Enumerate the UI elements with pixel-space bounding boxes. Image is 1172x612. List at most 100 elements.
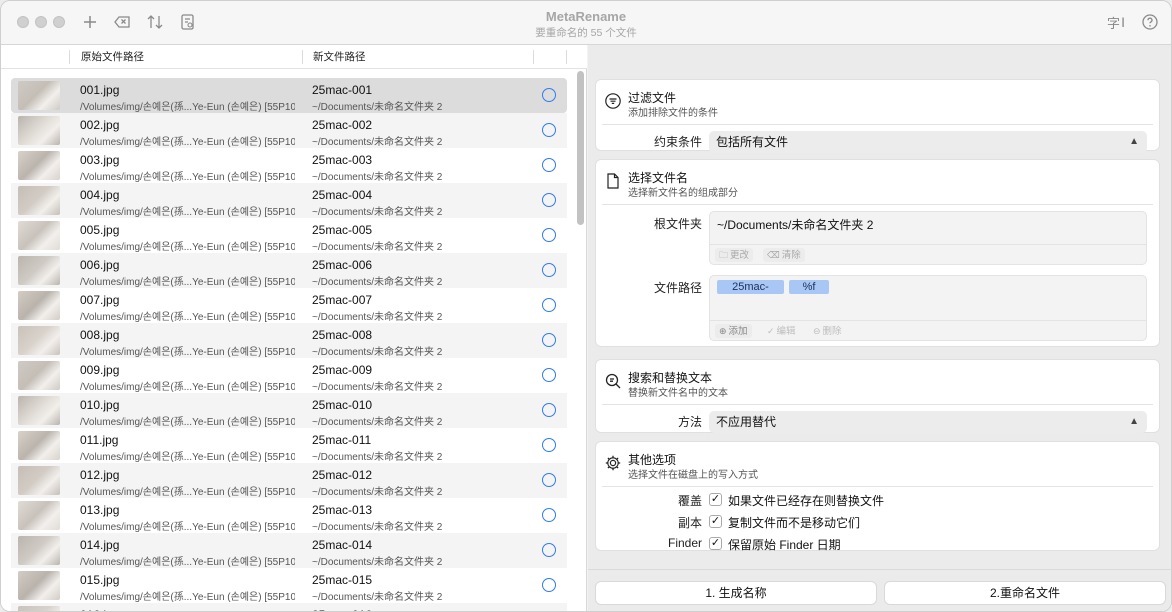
search-replace-icon bbox=[604, 372, 622, 390]
method-select[interactable]: 不应用替代 ▲ bbox=[709, 411, 1147, 433]
original-file-path: /Volumes/img/손예은(孫...Ye-Eun (손예은) [55P10… bbox=[80, 277, 295, 288]
list-scrollbar[interactable] bbox=[577, 71, 584, 225]
original-file-path: /Volumes/img/손예은(孫...Ye-Eun (손예은) [55P10… bbox=[80, 242, 295, 253]
finder-checkbox[interactable]: ✓ bbox=[709, 537, 722, 550]
file-path-box[interactable]: 25mac- %f ⊕ 添加 ✓ 编辑 ⊖ 删除 bbox=[709, 275, 1147, 341]
cursor-glyph: I bbox=[1121, 14, 1125, 30]
root-folder-actions: 🗀 更改 ⌫ 清除 bbox=[710, 244, 1146, 264]
table-row[interactable]: 003.jpg/Volumes/img/손예은(孫...Ye-Eun (손예은)… bbox=[11, 148, 567, 183]
table-row[interactable]: 011.jpg/Volumes/img/손예은(孫...Ye-Eun (손예은)… bbox=[11, 428, 567, 463]
original-file-name: 005.jpg bbox=[80, 223, 120, 237]
column-original-path[interactable]: 原始文件路径 bbox=[71, 45, 144, 69]
original-file-path: /Volumes/img/손예은(孫...Ye-Eun (손예은) [55P10… bbox=[80, 417, 295, 428]
new-file-path: ~/Documents/未命名文件夹 2 bbox=[312, 522, 443, 533]
table-row[interactable]: 001.jpg/Volumes/img/손예은(孫...Ye-Eun (손예은)… bbox=[11, 78, 567, 113]
title-block: MetaRename 要重命名的 55 个文件 bbox=[1, 9, 1171, 40]
filter-card: 过滤文件 添加排除文件的条件 约束条件 包括所有文件 ▲ bbox=[595, 79, 1160, 153]
new-file-name: 25mac-016 bbox=[312, 608, 372, 611]
token-prefix[interactable]: 25mac- bbox=[717, 280, 784, 294]
status-circle-icon bbox=[542, 368, 556, 382]
file-thumbnail bbox=[18, 256, 60, 285]
copy-checkbox[interactable]: ✓ bbox=[709, 515, 722, 528]
table-row[interactable]: 014.jpg/Volumes/img/손예은(孫...Ye-Eun (손예은)… bbox=[11, 533, 567, 568]
file-thumbnail bbox=[18, 221, 60, 250]
table-row[interactable]: 010.jpg/Volumes/img/손예은(孫...Ye-Eun (손예은)… bbox=[11, 393, 567, 428]
edit-token-button[interactable]: ✓ 编辑 bbox=[763, 324, 800, 338]
change-folder-button[interactable]: 🗀 更改 bbox=[715, 248, 754, 262]
constraint-select[interactable]: 包括所有文件 ▲ bbox=[709, 131, 1147, 153]
folder-icon: 🗀 bbox=[719, 250, 729, 260]
new-file-name: 25mac-014 bbox=[312, 538, 373, 552]
rename-files-button[interactable]: 2.重命名文件 bbox=[884, 581, 1166, 605]
table-row[interactable]: 007.jpg/Volumes/img/손예은(孫...Ye-Eun (손예은)… bbox=[11, 288, 567, 323]
table-row[interactable]: 016.jpg 25mac-016 bbox=[11, 603, 567, 611]
new-file-path: ~/Documents/未命名文件夹 2 bbox=[312, 172, 443, 183]
edit-icon: ✓ bbox=[767, 326, 775, 336]
plus-circle-icon: ⊕ bbox=[719, 326, 727, 336]
file-thumbnail bbox=[18, 291, 60, 320]
overwrite-checkbox[interactable]: ✓ bbox=[709, 493, 722, 506]
file-thumbnail bbox=[18, 571, 60, 600]
table-row[interactable]: 004.jpg/Volumes/img/손예은(孫...Ye-Eun (손예은)… bbox=[11, 183, 567, 218]
status-circle-icon bbox=[542, 193, 556, 207]
document-icon bbox=[604, 172, 622, 190]
status-circle-icon bbox=[542, 543, 556, 557]
text-format-label: 字 bbox=[1107, 15, 1121, 31]
original-file-path: /Volumes/img/손예은(孫...Ye-Eun (손예은) [55P10… bbox=[80, 557, 295, 568]
finder-text: 保留原始 Finder 日期 bbox=[728, 538, 841, 552]
divider bbox=[602, 204, 1153, 205]
new-file-path: ~/Documents/未命名文件夹 2 bbox=[312, 242, 443, 253]
original-file-path: /Volumes/img/손예은(孫...Ye-Eun (손예은) [55P10… bbox=[80, 137, 295, 148]
copy-text: 复制文件而不是移动它们 bbox=[728, 516, 861, 530]
original-file-name: 014.jpg bbox=[80, 538, 120, 552]
change-folder-label: 更改 bbox=[730, 250, 750, 261]
column-new-path[interactable]: 新文件路径 bbox=[303, 45, 366, 69]
status-circle-icon bbox=[542, 228, 556, 242]
original-file-name: 007.jpg bbox=[80, 293, 120, 307]
new-file-name: 25mac-011 bbox=[312, 433, 372, 447]
file-thumbnail bbox=[18, 151, 60, 180]
original-file-name: 016.jpg bbox=[80, 608, 119, 611]
original-file-path: /Volumes/img/손예은(孫...Ye-Eun (손예은) [55P10… bbox=[80, 207, 295, 218]
generate-names-button[interactable]: 1. 生成名称 bbox=[595, 581, 877, 605]
file-thumbnail bbox=[18, 186, 60, 215]
new-file-name: 25mac-015 bbox=[312, 573, 373, 587]
root-folder-label: 根文件夹 bbox=[653, 217, 702, 231]
divider bbox=[602, 486, 1153, 487]
app-window: MetaRename 要重命名的 55 个文件 字I 原始文件路径 新文件路径 … bbox=[0, 0, 1172, 612]
original-file-name: 011.jpg bbox=[80, 433, 119, 447]
new-file-path: ~/Documents/未命名文件夹 2 bbox=[312, 487, 443, 498]
add-token-label: 添加 bbox=[728, 326, 748, 337]
app-subtitle: 要重命名的 55 个文件 bbox=[535, 27, 637, 39]
help-icon[interactable] bbox=[1140, 12, 1160, 32]
divider bbox=[602, 404, 1153, 405]
divider bbox=[602, 124, 1153, 125]
file-path-label: 文件路径 bbox=[653, 281, 702, 295]
table-row[interactable]: 015.jpg/Volumes/img/손예은(孫...Ye-Eun (손예은)… bbox=[11, 568, 567, 603]
original-file-path: /Volumes/img/손예은(孫...Ye-Eun (손예은) [55P10… bbox=[80, 172, 295, 183]
table-row[interactable]: 012.jpg/Volumes/img/손예은(孫...Ye-Eun (손예은)… bbox=[11, 463, 567, 498]
replace-card: 搜索和替换文本 替换新文件名中的文本 方法 不应用替代 ▲ bbox=[595, 359, 1160, 433]
table-row[interactable]: 008.jpg/Volumes/img/손예은(孫...Ye-Eun (손예은)… bbox=[11, 323, 567, 358]
edit-token-label: 编辑 bbox=[776, 326, 796, 337]
clear-folder-button[interactable]: ⌫ 清除 bbox=[763, 248, 805, 262]
status-circle-icon bbox=[542, 333, 556, 347]
overwrite-label: 覆盖 bbox=[677, 494, 702, 508]
original-file-name: 004.jpg bbox=[80, 188, 120, 202]
table-row[interactable]: 002.jpg/Volumes/img/손예은(孫...Ye-Eun (손예은)… bbox=[11, 113, 567, 148]
status-circle-icon bbox=[542, 263, 556, 277]
table-row[interactable]: 005.jpg/Volumes/img/손예은(孫...Ye-Eun (손예은)… bbox=[11, 218, 567, 253]
file-thumbnail bbox=[18, 431, 60, 460]
delete-token-button[interactable]: ⊖ 删除 bbox=[809, 324, 846, 338]
table-row[interactable]: 013.jpg/Volumes/img/손예은(孫...Ye-Eun (손예은)… bbox=[11, 498, 567, 533]
table-row[interactable]: 006.jpg/Volumes/img/손예은(孫...Ye-Eun (손예은)… bbox=[11, 253, 567, 288]
file-rows: 001.jpg/Volumes/img/손예은(孫...Ye-Eun (손예은)… bbox=[11, 78, 567, 611]
file-thumbnail bbox=[18, 501, 60, 530]
token-original-name[interactable]: %f bbox=[789, 280, 829, 294]
new-file-path: ~/Documents/未命名文件夹 2 bbox=[312, 557, 443, 568]
table-row[interactable]: 009.jpg/Volumes/img/손예은(孫...Ye-Eun (손예은)… bbox=[11, 358, 567, 393]
text-format-icon[interactable]: 字I bbox=[1105, 12, 1127, 32]
finder-label: Finder bbox=[667, 536, 702, 550]
add-token-button[interactable]: ⊕ 添加 bbox=[715, 324, 752, 338]
original-file-name: 010.jpg bbox=[80, 398, 120, 412]
